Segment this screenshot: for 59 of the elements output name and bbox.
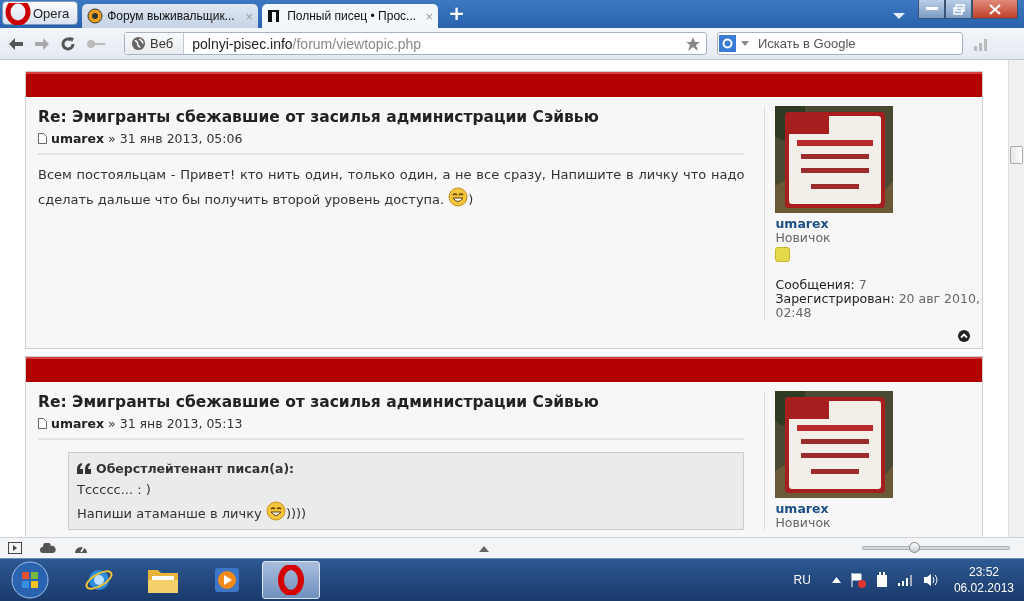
post-text: Всем постояльцам - Привет! кто нить один, только один, а не все сразу, Напишите в личку что надо сделать дальше что бы получить второй уровень доступа. ) (38, 166, 745, 209)
post-author[interactable]: umarex (51, 416, 105, 431)
restore-icon (952, 3, 965, 15)
search-engine-icon[interactable] (719, 35, 751, 52)
flag-icon[interactable] (849, 572, 866, 588)
smiley-icon (265, 501, 286, 521)
reload-icon[interactable] (60, 35, 76, 52)
panel-toggle-icon[interactable] (8, 542, 22, 554)
profile-stat: Зарегистрирован: 20 авг 2010, 02:48 (775, 292, 981, 320)
power-icon[interactable] (874, 572, 889, 588)
cloud-icon[interactable] (40, 543, 56, 553)
minimize-button[interactable] (918, 0, 945, 19)
opera-icon (278, 565, 304, 595)
url-text: polnyi-pisec.info/forum/viewtopic.php (191, 35, 422, 52)
zoom-slider-thumb[interactable] (909, 542, 921, 553)
profile-rank: Новичок (775, 516, 832, 530)
browser-tab[interactable]: Форум выживальщик... × (82, 4, 259, 28)
post-date: » 31 янв 2013, 05:13 (108, 416, 243, 431)
address-field[interactable]: Веб polnyi-pisec.info/forum/viewtopic.php (124, 32, 707, 55)
restore-button[interactable] (945, 0, 972, 19)
volume-icon[interactable] (922, 573, 939, 587)
show-hidden-icons-icon[interactable] (831, 577, 841, 583)
scrollbar[interactable] (1008, 60, 1024, 537)
post-title[interactable]: Re: Эмигранты сбежавшие от засилья администрации Сэйвью (38, 393, 745, 411)
web-scope-button[interactable]: Веб (125, 33, 185, 54)
back-to-top-icon[interactable] (958, 330, 970, 342)
search-field[interactable]: Искать в Google (717, 32, 963, 55)
start-button[interactable] (8, 560, 52, 600)
signal-bars-icon[interactable] (897, 574, 914, 586)
close-icon (989, 3, 1001, 15)
quote-text: Тссссс... : ) (77, 482, 151, 497)
site-icon (87, 8, 104, 24)
quote-text: Напиши атаманше в личку )))) (77, 506, 307, 521)
post-icon (38, 418, 47, 429)
tab-list-icon[interactable] (892, 12, 906, 20)
opera-logo-icon (5, 3, 31, 25)
expand-icon[interactable] (479, 544, 489, 552)
bookmark-star-icon[interactable] (685, 35, 701, 52)
profile-name[interactable]: umarex (775, 502, 982, 516)
browser-tab[interactable]: Полный писец • Прос... × (262, 4, 439, 28)
profile-rank: Новичок (775, 231, 832, 245)
media-player-icon (213, 566, 241, 594)
smiley-icon (448, 187, 469, 207)
profile-stat: Сообщения: 7 (775, 278, 868, 292)
close-button[interactable] (972, 0, 1018, 19)
post-title[interactable]: Re: Эмигранты сбежавшие от засилья администрации Сэйвью (38, 108, 745, 126)
quote-icon (77, 463, 91, 474)
post-date: » 31 янв 2013, 05:06 (108, 131, 243, 146)
profile-name[interactable]: umarex (775, 217, 982, 231)
new-tab-button[interactable]: + (448, 1, 465, 25)
opera-menu-button[interactable]: Opera (2, 1, 79, 25)
post-icon (38, 133, 47, 144)
minimize-icon (925, 7, 938, 11)
globe-icon (131, 36, 146, 51)
back-icon[interactable] (8, 36, 24, 51)
post-author[interactable]: umarex (51, 131, 105, 146)
clock[interactable]: 23:52 06.02.2013 (953, 564, 1014, 596)
quote-author: Оберстлейтенант писал(а): (96, 461, 295, 476)
language-indicator[interactable]: RU (793, 573, 811, 587)
